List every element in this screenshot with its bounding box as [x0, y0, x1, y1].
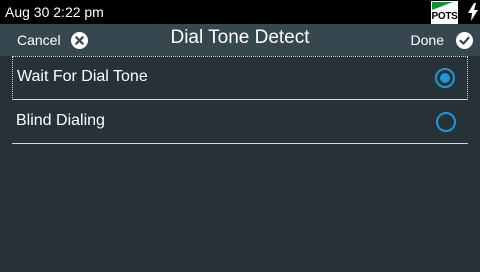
- done-button[interactable]: Done: [411, 29, 473, 51]
- cancel-x-circle-icon: [70, 31, 88, 49]
- status-datetime: Aug 30 2:22 pm: [5, 4, 104, 20]
- divider: [12, 143, 468, 144]
- option-wait-for-dial-tone[interactable]: Wait For Dial Tone: [12, 56, 468, 100]
- option-label: Wait For Dial Tone: [17, 68, 148, 85]
- power-bolt-icon: [468, 3, 478, 21]
- cancel-button[interactable]: Cancel: [17, 29, 88, 51]
- pots-network-icon: POTS: [431, 1, 458, 24]
- done-label: Done: [410, 32, 444, 48]
- title-bar: Cancel Dial Tone Detect Done: [0, 24, 480, 56]
- divider: [12, 99, 468, 100]
- pots-label: POTS: [431, 11, 458, 22]
- radio-unselected-icon[interactable]: [436, 112, 456, 132]
- status-bar: Aug 30 2:22 pm POTS: [0, 0, 480, 24]
- done-check-circle-icon: [456, 31, 473, 49]
- cancel-label: Cancel: [17, 32, 61, 48]
- option-blind-dialing[interactable]: Blind Dialing: [12, 101, 468, 145]
- option-label: Blind Dialing: [16, 112, 105, 129]
- radio-selected-icon[interactable]: [435, 68, 455, 88]
